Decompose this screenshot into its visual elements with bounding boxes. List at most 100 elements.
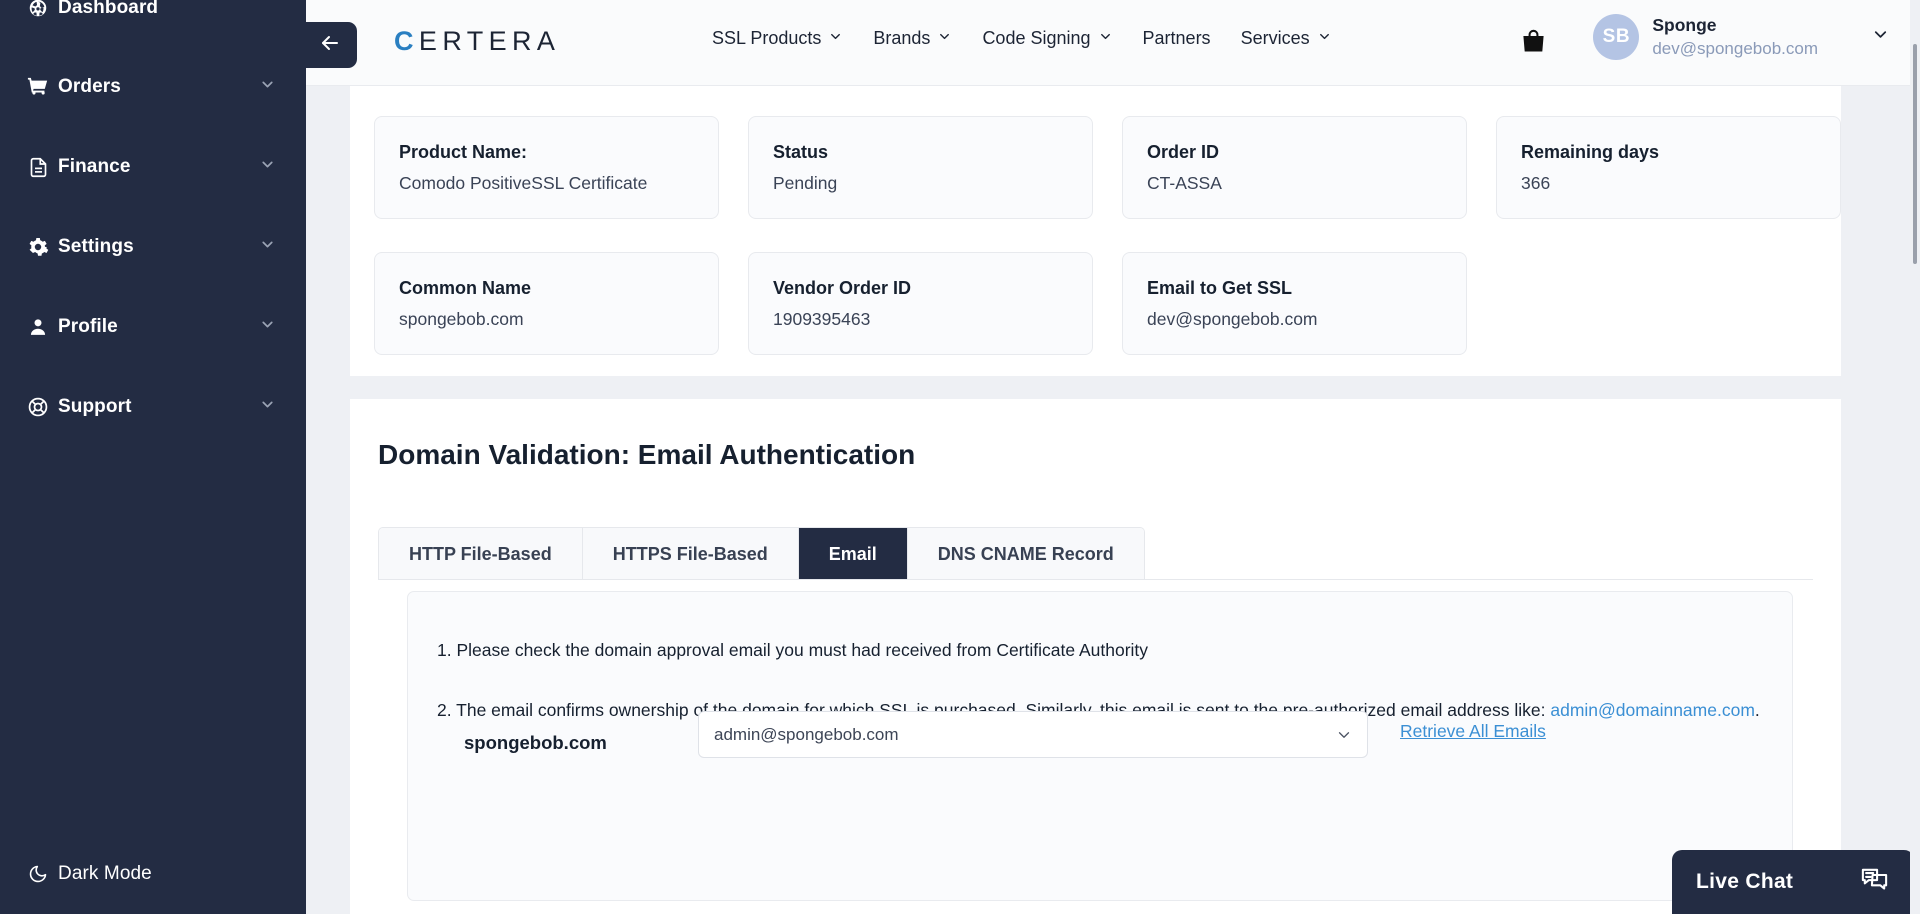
- sidebar-item-dashboard[interactable]: Dashboard: [0, 0, 306, 32]
- sidebar-collapse-button[interactable]: [303, 22, 357, 68]
- live-chat-widget[interactable]: Live Chat: [1672, 850, 1914, 914]
- info-card-title: Order ID: [1147, 142, 1220, 162]
- sidebar-item-label: Dashboard: [58, 0, 159, 18]
- email-instructions-box: 1. Please check the domain approval emai…: [407, 591, 1793, 901]
- gear-icon: [18, 236, 58, 258]
- nav-label: Partners: [1142, 28, 1211, 48]
- tab-label: HTTP File-Based: [409, 543, 552, 564]
- primary-navigation: SSL Products Brands Code Signing Partner…: [712, 28, 1332, 49]
- user-email: dev@spongebob.com: [1652, 38, 1818, 58]
- brand-logo[interactable]: CERTERA: [394, 26, 560, 57]
- user-icon: [18, 317, 58, 337]
- shopping-bag-icon[interactable]: [1520, 28, 1547, 60]
- chevron-down-icon: [259, 396, 276, 418]
- chat-bubbles-icon: [1859, 864, 1890, 900]
- sidebar-item-label: Orders: [58, 76, 121, 97]
- chevron-down-icon[interactable]: [1871, 25, 1890, 49]
- sidebar-item-label: Finance: [58, 156, 131, 177]
- sidebar-item-support[interactable]: Support: [0, 383, 306, 431]
- tab-email[interactable]: Email: [798, 528, 908, 580]
- moon-icon: [18, 864, 58, 884]
- domain-name-label: spongebob.com: [464, 732, 607, 753]
- info-card-order-id: Order ID CT-ASSA: [1122, 116, 1467, 219]
- sidebar-item-settings[interactable]: Settings: [0, 223, 306, 271]
- tab-http-file-based[interactable]: HTTP File-Based: [379, 528, 583, 580]
- dark-mode-label: Dark Mode: [58, 863, 152, 884]
- approver-email-select-value: admin@spongebob.com: [714, 725, 899, 744]
- nav-partners[interactable]: Partners: [1143, 28, 1211, 49]
- info-card-common-name: Common Name spongebob.com: [374, 252, 719, 355]
- order-summary-panel: Product Name: Comodo PositiveSSL Certifi…: [350, 86, 1841, 376]
- info-card-title: Product Name:: [399, 142, 528, 162]
- instruction-2-suffix: .: [1754, 700, 1760, 720]
- nav-services[interactable]: Services: [1241, 28, 1332, 49]
- avatar: SB: [1593, 14, 1640, 61]
- info-card-title: Common Name: [399, 278, 532, 298]
- nav-brands[interactable]: Brands: [873, 28, 952, 49]
- sidebar-item-orders[interactable]: Orders: [0, 63, 306, 111]
- chevron-down-icon: [1098, 28, 1113, 49]
- info-card-product-name: Product Name: Comodo PositiveSSL Certifi…: [374, 116, 719, 219]
- info-card-status: Status Pending: [748, 116, 1093, 219]
- chevron-down-icon: [828, 28, 843, 49]
- nav-label: Brands: [873, 28, 931, 48]
- info-card-title: Vendor Order ID: [773, 278, 912, 298]
- nav-ssl-products[interactable]: SSL Products: [712, 28, 843, 49]
- info-card-vendor-order-id: Vendor Order ID 1909395463: [748, 252, 1093, 355]
- dark-mode-toggle[interactable]: Dark Mode: [0, 852, 306, 896]
- instruction-line-1: 1. Please check the domain approval emai…: [437, 640, 1149, 660]
- approver-email-select[interactable]: admin@spongebob.com: [698, 711, 1368, 758]
- chevron-down-icon: [937, 28, 952, 49]
- info-card-value: Pending: [773, 173, 838, 193]
- live-chat-label: Live Chat: [1696, 870, 1794, 893]
- dashboard-icon: [18, 0, 58, 19]
- validation-method-tabs: HTTP File-Based HTTPS File-Based Email D…: [378, 527, 1145, 580]
- nav-label: Services: [1240, 28, 1310, 48]
- info-card-value: 366: [1521, 173, 1551, 193]
- top-header: CERTERA SSL Products Brands Code Signing…: [306, 0, 1916, 86]
- info-card-email-to-get-ssl: Email to Get SSL dev@spongebob.com: [1122, 252, 1467, 355]
- tab-dns-cname-record[interactable]: DNS CNAME Record: [907, 528, 1144, 580]
- info-card-value: CT-ASSA: [1147, 173, 1222, 193]
- chevron-down-icon: [259, 316, 276, 338]
- chevron-down-icon: [1335, 726, 1353, 749]
- sidebar-item-finance[interactable]: Finance: [0, 143, 306, 191]
- user-menu[interactable]: SB Sponge dev@spongebob.com: [1593, 14, 1890, 61]
- chevron-down-icon: [1317, 28, 1332, 49]
- avatar-initials: SB: [1602, 26, 1631, 48]
- sidebar-item-label: Settings: [58, 236, 134, 257]
- chevron-down-icon: [259, 156, 276, 178]
- tab-label: HTTPS File-Based: [612, 543, 768, 564]
- nav-label: Code Signing: [982, 28, 1091, 48]
- user-info: Sponge dev@spongebob.com: [1652, 14, 1818, 61]
- admin-email-link[interactable]: admin@domainname.com: [1550, 700, 1755, 720]
- domain-validation-panel: Domain Validation: Email Authentication …: [350, 399, 1841, 914]
- tab-https-file-based[interactable]: HTTPS File-Based: [582, 528, 799, 580]
- info-card-title: Email to Get SSL: [1147, 278, 1293, 298]
- page-scrollbar-thumb[interactable]: [1913, 44, 1917, 264]
- user-name: Sponge: [1652, 15, 1717, 35]
- chevron-down-icon: [259, 236, 276, 258]
- sidebar: Dashboard Orders Finance Settings Profil…: [0, 0, 306, 914]
- sidebar-item-label: Support: [58, 396, 132, 417]
- main-content: Product Name: Comodo PositiveSSL Certifi…: [306, 86, 1910, 914]
- retrieve-all-emails-link[interactable]: Retrieve All Emails: [1400, 721, 1546, 742]
- info-card-value: 1909395463: [773, 309, 871, 329]
- tab-divider: [378, 579, 1813, 580]
- nav-code-signing[interactable]: Code Signing: [982, 28, 1112, 49]
- info-card-value: dev@spongebob.com: [1147, 309, 1318, 329]
- info-card-title: Status: [773, 142, 829, 162]
- brand-logo-rest: ERTERA: [418, 26, 561, 56]
- nav-label: SSL Products: [712, 28, 822, 48]
- lifebuoy-icon: [18, 396, 58, 418]
- info-card-remaining-days: Remaining days 366: [1496, 116, 1841, 219]
- sidebar-item-profile[interactable]: Profile: [0, 303, 306, 351]
- brand-logo-initial: C: [394, 26, 419, 56]
- tab-label: Email: [828, 543, 877, 564]
- info-card-value: Comodo PositiveSSL Certificate: [399, 173, 648, 193]
- document-icon: [18, 157, 58, 178]
- page-title: Domain Validation: Email Authentication: [378, 439, 916, 470]
- info-card-title: Remaining days: [1521, 142, 1660, 162]
- info-card-value: spongebob.com: [399, 309, 524, 329]
- arrow-left-icon: [318, 31, 342, 60]
